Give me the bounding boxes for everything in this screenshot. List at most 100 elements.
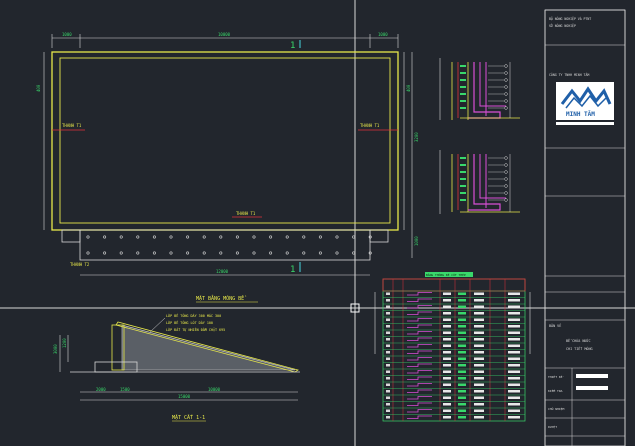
table-cell-fill — [508, 370, 520, 373]
table-cell-fill — [474, 370, 484, 373]
section-note: LỚP BÊ TÔNG DÀY 300 MÁC 300 — [166, 313, 221, 318]
anchor-bolt — [186, 251, 190, 255]
rebar-schedule-table[interactable]: BẢNG THỐNG KÊ CỐT THÉP — [374, 272, 531, 422]
slab-label: THANH T1 — [236, 211, 256, 216]
rebar-mark — [460, 107, 466, 109]
slab-label: THANH T1 — [62, 123, 82, 128]
table-cell-fill — [508, 325, 520, 328]
plan-title: MẶT BẰNG MÓNG BỂ — [196, 294, 247, 302]
rebar-shape-cell — [407, 331, 432, 335]
rebar-tag — [504, 78, 508, 82]
rebar-mark — [460, 171, 466, 173]
table-cell-fill — [386, 364, 390, 367]
table-cell-fill — [443, 331, 451, 334]
rebar-mark — [460, 199, 466, 201]
table-cell-fill — [386, 305, 390, 308]
rebar-tag — [504, 163, 508, 167]
dimension-text: 10000 — [218, 32, 231, 37]
rebar-mark — [460, 79, 466, 81]
logo-text: MINH TÂM — [566, 111, 595, 118]
table-cell-fill — [474, 325, 484, 328]
table-cell-fill — [458, 305, 466, 308]
table-cell-fill — [474, 312, 484, 315]
table-cell-fill — [508, 403, 520, 406]
header-line: CÔNG TY TNHH MINH TÂM — [549, 72, 589, 77]
rebar-tag — [504, 156, 508, 160]
table-cell-fill — [386, 318, 390, 321]
anchor-bolt — [202, 235, 206, 239]
rebar-tag — [504, 92, 508, 96]
slab-outline-outer — [51, 51, 399, 231]
table-cell-fill — [474, 299, 484, 302]
table-rows — [383, 290, 525, 419]
rebar-tag — [504, 184, 508, 188]
footing-strip — [79, 229, 371, 261]
title-block[interactable]: BỘ NÔNG NGHIỆP VÀ PTNT SỞ NÔNG NGHIỆP CÔ… — [544, 9, 626, 446]
rebar-shape-cell — [407, 324, 432, 328]
rebar-shape-cell — [407, 415, 432, 419]
table-cell-fill — [458, 409, 466, 412]
slab-outline-inner — [59, 57, 391, 224]
table-cell-fill — [443, 299, 451, 302]
table-cell-fill — [458, 312, 466, 315]
anchor-bolt — [235, 235, 239, 239]
section-view[interactable]: LỚP BÊ TÔNG DÀY 300 MÁC 300 LỚP BÊ TÔNG … — [53, 313, 300, 422]
rebar-mark — [460, 72, 466, 74]
anchor-bolt — [169, 251, 173, 255]
dimension-text: 1000 — [414, 236, 419, 246]
table-cell-fill — [386, 299, 390, 302]
wall-detail-1[interactable] — [439, 58, 520, 120]
rebar-mark — [460, 185, 466, 187]
logo-caption-bar — [556, 122, 614, 125]
anchor-bolt — [219, 251, 223, 255]
anchor-bolt — [269, 235, 273, 239]
table-cell-fill — [474, 403, 484, 406]
rebar-tag — [504, 99, 508, 103]
wall-detail-2[interactable] — [439, 150, 520, 214]
cad-drawing-canvas[interactable]: 1000 10000 1000 1 400 400 3200 1000 THAN… — [0, 0, 635, 446]
rebar-shape-cell — [407, 350, 432, 354]
table-cell-fill — [474, 409, 484, 412]
anchor-bolt — [269, 251, 273, 255]
section-marker: 1 — [290, 265, 295, 275]
stamp-field — [576, 386, 608, 390]
footing-tab-right — [369, 229, 389, 243]
rebar-mark — [460, 157, 466, 159]
rebar-shape-cell — [407, 318, 432, 322]
table-cell-fill — [508, 305, 520, 308]
anchor-bolt — [169, 235, 173, 239]
table-cell-fill — [474, 390, 484, 393]
sheet-title: BỂ CHỨA NƯỚC — [566, 338, 591, 343]
plan-view[interactable]: 1000 10000 1000 1 400 400 3200 1000 THAN… — [36, 32, 419, 303]
leader-line — [149, 317, 166, 333]
table-cell-fill — [508, 299, 520, 302]
table-cell-fill — [508, 377, 520, 380]
table-cell-fill — [458, 396, 466, 399]
table-cell-fill — [474, 364, 484, 367]
table-cell-fill — [443, 409, 451, 412]
anchor-bolt — [119, 235, 123, 239]
dimension-text: 3200 — [414, 132, 419, 142]
table-cell-fill — [474, 396, 484, 399]
table-cell-fill — [386, 351, 390, 354]
table-cell-fill — [443, 325, 451, 328]
rebar-shape — [468, 62, 501, 119]
anchor-bolt — [252, 235, 256, 239]
dimension-text: 400 — [36, 84, 41, 92]
table-cell-fill — [474, 357, 484, 360]
table-cell-fill — [443, 403, 451, 406]
rebar-tag — [504, 106, 508, 110]
table-cell-fill — [386, 344, 390, 347]
table-cell-fill — [508, 338, 520, 341]
rebar-shape-cell — [407, 409, 432, 413]
rebar-shape-cell — [407, 370, 432, 374]
rebar-tag — [504, 85, 508, 89]
anchor-bolt — [352, 235, 356, 239]
rebar-shape-cell — [407, 357, 432, 361]
anchor-bolt — [219, 235, 223, 239]
table-cell-fill — [386, 390, 390, 393]
table-cell-fill — [508, 390, 520, 393]
rebar-mark — [460, 178, 466, 180]
footing-tab-left — [61, 229, 81, 243]
table-cell-fill — [386, 416, 390, 419]
